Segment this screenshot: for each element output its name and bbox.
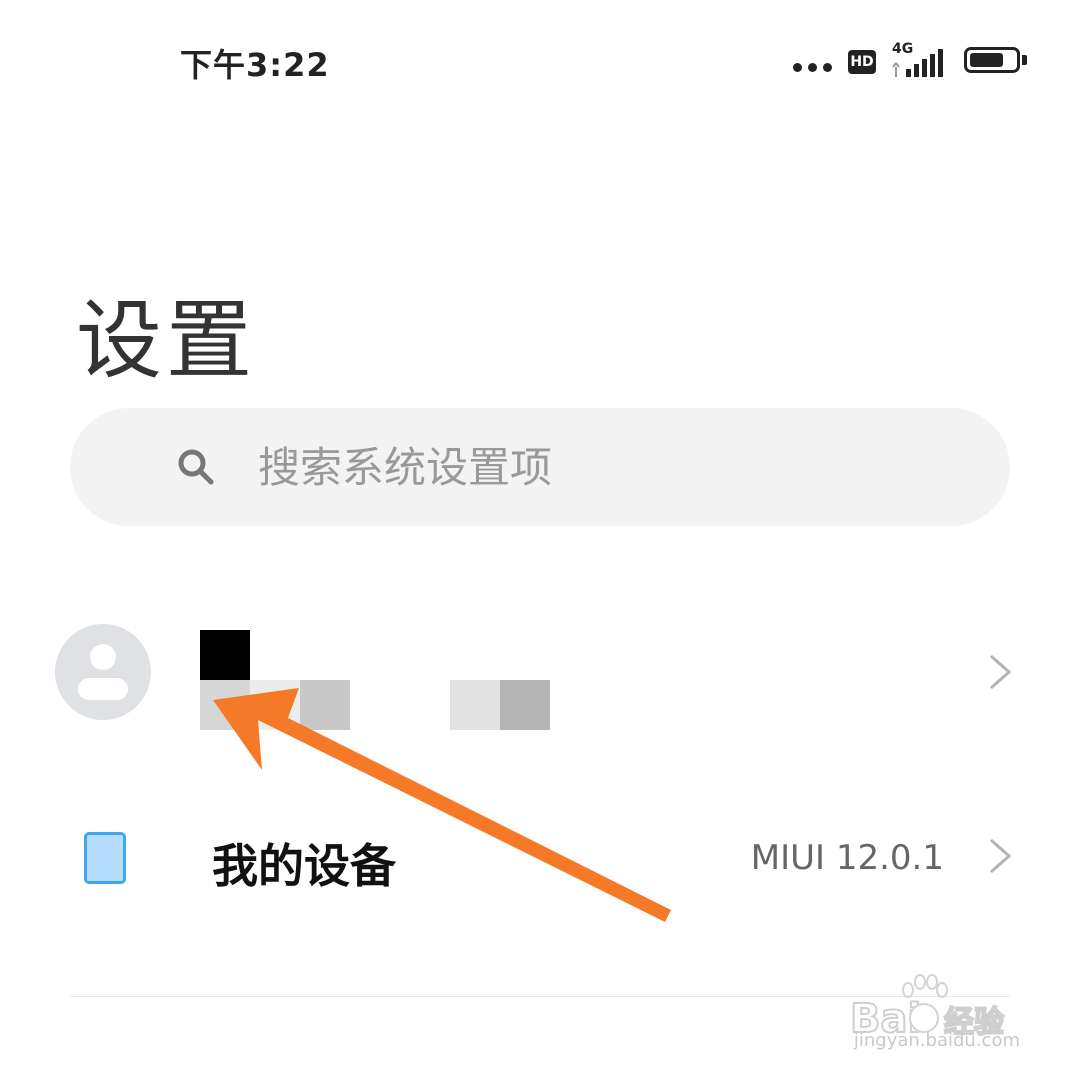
settings-screen: 下午3:22 HD 4G 设置 搜索系统设置项 我的设备 MIUI 12.0.1… [0,0,1080,1080]
annotation-arrow [213,688,671,922]
